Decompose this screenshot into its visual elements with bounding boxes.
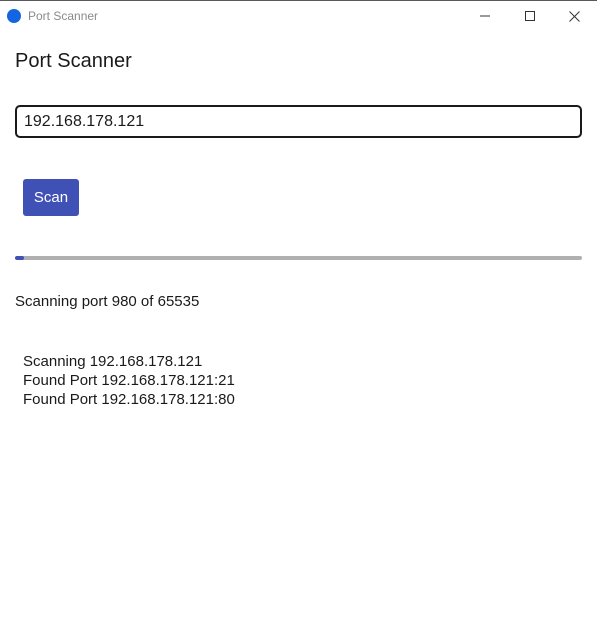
maximize-icon [524, 11, 535, 21]
log-line: Found Port 192.168.178.121:21 [23, 372, 235, 389]
log-line: Found Port 192.168.178.121:80 [23, 391, 235, 408]
page-title: Port Scanner [15, 50, 132, 72]
scan-log: Scanning 192.168.178.121 Found Port 192.… [23, 352, 235, 409]
close-icon [569, 10, 580, 22]
log-line: Scanning 192.168.178.121 [23, 353, 203, 370]
maximize-button[interactable] [507, 1, 552, 31]
app-window: Port Scanner Port Scanner Scan Scanning … [0, 0, 597, 628]
close-button[interactable] [552, 1, 597, 31]
ip-address-input[interactable] [15, 105, 582, 138]
minimize-button[interactable] [462, 1, 507, 31]
minimize-icon [479, 15, 490, 17]
scan-status-text: Scanning port 980 of 65535 [15, 293, 200, 310]
app-circle-icon [7, 9, 21, 23]
title-bar[interactable]: Port Scanner [0, 1, 597, 31]
scan-progress-fill [15, 256, 24, 260]
scan-progress-bar [15, 256, 582, 260]
window-title: Port Scanner [28, 9, 99, 23]
scan-button[interactable]: Scan [23, 179, 79, 216]
